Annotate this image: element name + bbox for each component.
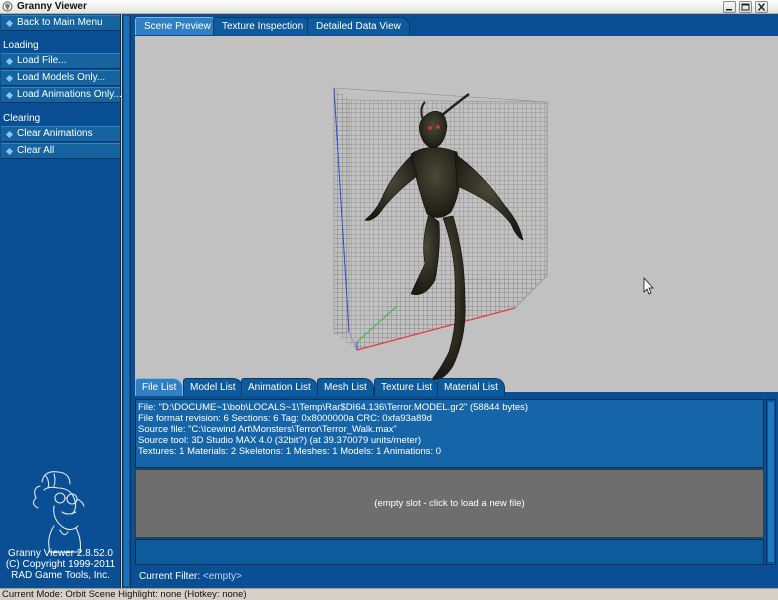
clear-all-button[interactable]: Clear All xyxy=(1,143,120,159)
minimize-icon xyxy=(726,9,732,11)
close-button[interactable] xyxy=(755,1,768,13)
maximize-icon xyxy=(741,3,750,11)
clear-animations-label: Clear Animations xyxy=(17,128,93,139)
file-format-line: File format revision: 6 Sections: 6 Tag:… xyxy=(138,413,432,424)
file-list-footer xyxy=(135,539,764,565)
granny-mascot-logo xyxy=(32,471,85,553)
title-bar: Granny Viewer xyxy=(0,0,778,14)
version-label: Granny Viewer 2.8.52.0 xyxy=(8,548,113,559)
tab-texture-inspection[interactable]: Texture Inspection xyxy=(213,17,313,35)
file-counts-line: Textures: 1 Materials: 2 Skeletons: 1 Me… xyxy=(138,446,442,457)
tab-material-list[interactable]: Material List xyxy=(437,378,505,396)
list-tab-bar: File List Model List Animation List Mesh… xyxy=(131,378,778,398)
file-list-scrollbar[interactable] xyxy=(766,399,776,565)
bullet-icon xyxy=(5,91,14,100)
tab-texture-list[interactable]: Texture List xyxy=(374,378,440,396)
tab-file-list[interactable]: File List xyxy=(135,378,184,396)
tab-animation-list[interactable]: Animation List xyxy=(241,378,318,396)
maximize-button[interactable] xyxy=(739,1,752,13)
bullet-icon xyxy=(5,57,14,66)
scene-render xyxy=(333,87,654,381)
tab-mesh-list[interactable]: Mesh List xyxy=(317,378,374,396)
load-file-button[interactable]: Load File... xyxy=(1,53,120,69)
back-to-main-menu-button[interactable]: Back to Main Menu xyxy=(1,15,120,31)
loading-header: Loading xyxy=(3,40,39,51)
copyright-label: (C) Copyright 1999-2011 xyxy=(5,559,116,570)
view-tab-bar: Scene Preview Texture Inspection Detaile… xyxy=(131,14,778,36)
bullet-icon xyxy=(5,130,14,139)
status-bar: Current Mode: Orbit Scene Highlight: non… xyxy=(0,588,778,600)
load-animations-only-label: Load Animations Only... xyxy=(17,89,122,100)
company-label: RAD Game Tools, Inc. xyxy=(11,570,110,581)
file-path-line: File: "D:\DOCUME~1\bob\LOCALS~1\Temp\Rar… xyxy=(138,402,529,413)
load-models-only-button[interactable]: Load Models Only... xyxy=(1,70,120,86)
sidebar-splitter[interactable] xyxy=(122,14,131,590)
filter-value: <empty> xyxy=(202,571,242,582)
window-title: Granny Viewer xyxy=(17,1,87,12)
back-button-label: Back to Main Menu xyxy=(17,17,103,28)
bullet-icon xyxy=(5,19,14,28)
load-file-label: Load File... xyxy=(17,55,67,66)
load-models-only-label: Load Models Only... xyxy=(17,72,106,83)
scene-viewport[interactable] xyxy=(135,36,778,392)
load-animations-only-button[interactable]: Load Animations Only... xyxy=(1,87,122,103)
clearing-header: Clearing xyxy=(3,113,41,124)
bullet-icon xyxy=(5,74,14,83)
mouse-cursor xyxy=(643,277,654,295)
source-tool-line: Source tool: 3D Studio MAX 4.0 (32bit?) … xyxy=(138,435,422,446)
file-list-item[interactable]: File: "D:\DOCUME~1\bob\LOCALS~1\Temp\Rar… xyxy=(135,399,764,468)
tab-model-list[interactable]: Model List xyxy=(183,378,243,396)
filter-bar[interactable]: Current Filter: <empty> xyxy=(135,567,778,587)
tab-detailed-data-view[interactable]: Detailed Data View xyxy=(307,17,410,35)
sidebar: Back to Main Menu Loading Load File... L… xyxy=(0,14,122,590)
clear-all-label: Clear All xyxy=(17,145,55,156)
source-file-line: Source file: "C:\Icewind Art\Monsters\Te… xyxy=(138,424,397,435)
close-icon xyxy=(757,3,766,11)
filter-label: Current Filter: xyxy=(139,571,201,582)
main-area: Scene Preview Texture Inspection Detaile… xyxy=(131,14,778,590)
scrollbar-thumb[interactable] xyxy=(768,402,774,562)
empty-file-slot[interactable]: (empty slot - click to load a new file) xyxy=(135,469,764,538)
minimize-button[interactable] xyxy=(723,1,736,13)
clear-animations-button[interactable]: Clear Animations xyxy=(1,126,120,142)
tab-scene-preview[interactable]: Scene Preview xyxy=(135,17,220,35)
app-icon xyxy=(2,1,13,12)
bullet-icon xyxy=(5,147,14,156)
